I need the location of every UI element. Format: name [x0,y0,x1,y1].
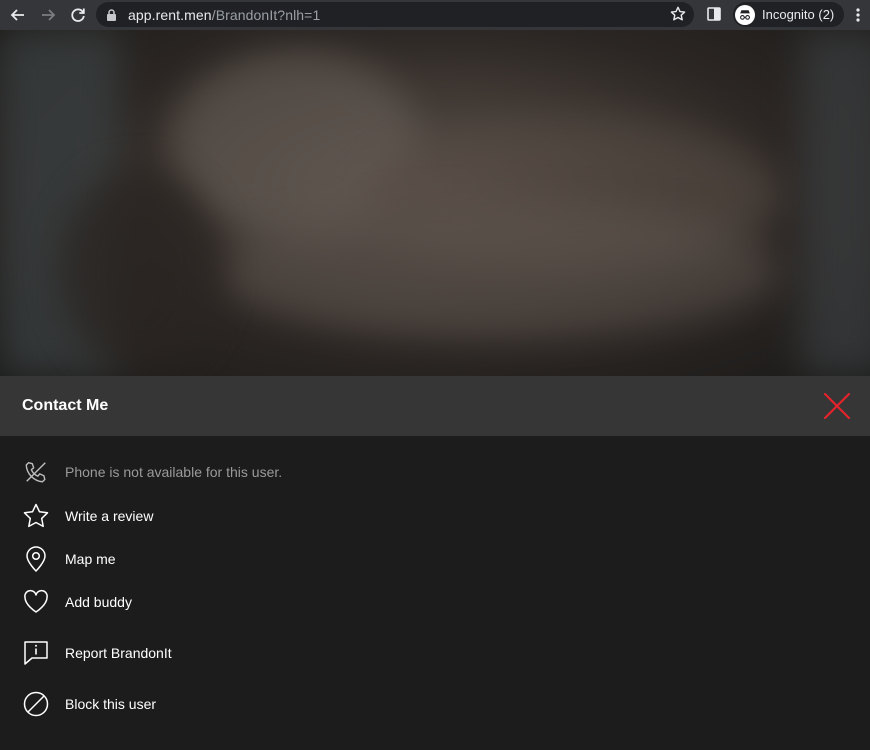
add-buddy-item[interactable]: Add buddy [22,588,132,616]
star-icon [22,502,50,530]
phone-status-row: Phone is not available for this user. [22,458,282,486]
contact-header: Contact Me [0,376,870,436]
address-bar[interactable]: app.rent.men/BrandonIt?nlh=1 [96,2,694,27]
block-user-item[interactable]: Block this user [22,690,156,718]
incognito-label: Incognito (2) [762,7,835,22]
map-pin-icon [22,545,50,573]
incognito-indicator[interactable]: Incognito (2) [733,2,845,27]
contact-title: Contact Me [22,397,109,414]
map-me-label: Map me [65,551,116,567]
close-button[interactable] [823,392,851,420]
close-icon [823,392,851,420]
lock-icon [106,8,118,21]
browser-toolbar: app.rent.men/BrandonIt?nlh=1 Incognito (… [0,0,870,30]
forward-button[interactable] [34,1,62,29]
bookmark-star-icon[interactable] [670,6,686,22]
browser-menu-icon[interactable] [850,5,866,25]
arrow-left-icon [10,9,24,21]
report-icon [22,639,50,667]
side-panel-icon[interactable] [706,6,722,22]
phone-status-text: Phone is not available for this user. [65,464,283,480]
write-review-item[interactable]: Write a review [22,502,153,530]
heart-icon [22,588,50,616]
arrow-right-icon [42,9,56,21]
report-user-item[interactable]: Report BrandonIt [22,639,172,667]
map-me-item[interactable]: Map me [22,545,116,573]
block-icon [22,690,50,718]
back-button[interactable] [4,1,32,29]
reload-button[interactable] [64,1,92,29]
report-user-label: Report BrandonIt [65,645,172,661]
profile-photo [0,30,870,376]
reload-icon [71,8,85,22]
write-review-label: Write a review [65,508,154,524]
block-user-label: Block this user [65,696,157,712]
url-text: app.rent.men/BrandonIt?nlh=1 [128,6,321,23]
incognito-icon [735,4,755,25]
phone-off-icon [22,458,50,486]
add-buddy-label: Add buddy [65,594,132,610]
